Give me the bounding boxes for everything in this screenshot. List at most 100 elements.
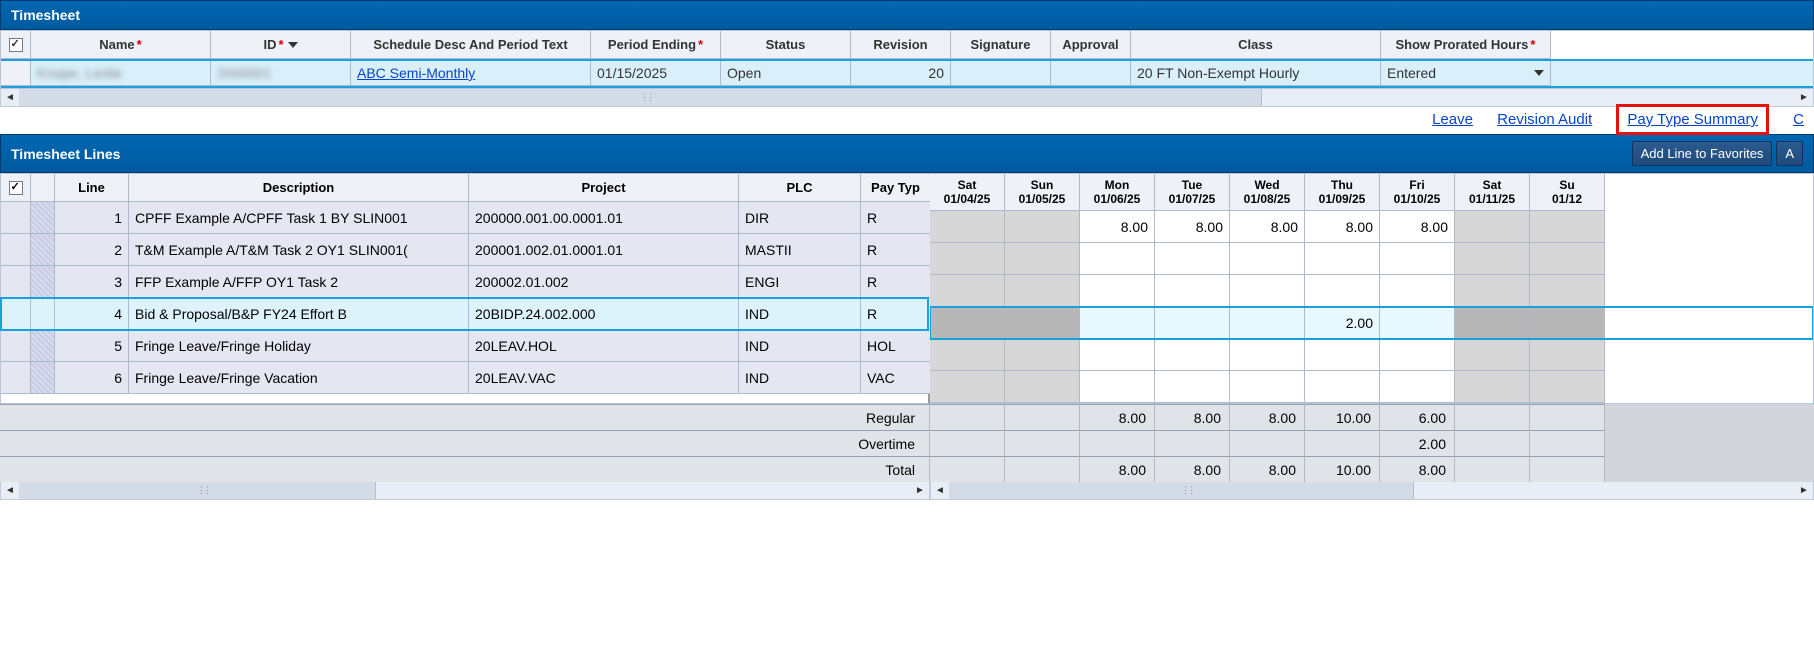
hours-cell[interactable]: 8.00 [1230,211,1305,243]
hours-cell[interactable] [1455,339,1530,371]
hours-cell[interactable] [1455,275,1530,307]
hours-cell[interactable] [1455,307,1530,339]
line-drag-handle[interactable] [31,298,55,330]
scroll-track[interactable]: ⋮⋮ [19,482,911,499]
line-drag-handle[interactable] [31,330,55,362]
lines-left-hscroll[interactable]: ◄ ⋮⋮ ► [0,482,930,500]
col-project[interactable]: Project [469,174,739,202]
line-pay-type[interactable]: HOL [861,330,931,362]
col-period-ending[interactable]: Period Ending* [591,31,721,59]
line-row[interactable]: 2T&M Example A/T&M Task 2 OY1 SLIN001(20… [1,234,928,266]
hours-cell[interactable] [1530,371,1605,403]
schedule-link[interactable]: ABC Semi-Monthly [357,65,475,81]
row-checkbox[interactable] [1,61,31,86]
col-day-5[interactable]: Thu01/09/25 [1305,174,1380,211]
col-name[interactable]: Name* [31,31,211,59]
hours-cell[interactable] [1305,339,1380,371]
line-row-checkbox[interactable] [1,362,31,394]
hours-cell[interactable] [1380,371,1455,403]
cell-id[interactable]: 2000001 [211,61,351,86]
hours-cell[interactable] [1380,339,1455,371]
revision-audit-link[interactable]: Revision Audit [1497,111,1592,128]
hours-cell[interactable]: 8.00 [1305,211,1380,243]
line-drag-handle[interactable] [31,202,55,234]
hours-cell[interactable] [1155,275,1230,307]
cell-signature[interactable] [951,61,1051,86]
line-description[interactable]: FFP Example A/FFP OY1 Task 2 [129,266,469,298]
line-row[interactable]: 4Bid & Proposal/B&P FY24 Effort B20BIDP.… [1,298,928,330]
hours-cell[interactable] [1230,275,1305,307]
hours-cell[interactable] [1080,307,1155,339]
line-plc[interactable]: IND [739,330,861,362]
col-day-8[interactable]: Su01/12 [1530,174,1605,211]
line-project[interactable]: 20LEAV.VAC [469,362,739,394]
scroll-thumb[interactable]: ⋮⋮ [949,482,1414,499]
line-drag-handle[interactable] [31,234,55,266]
hours-cell[interactable] [1305,243,1380,275]
col-day-4[interactable]: Wed01/08/25 [1230,174,1305,211]
hours-cell[interactable]: 8.00 [1080,211,1155,243]
cell-schedule[interactable]: ABC Semi-Monthly [351,61,591,86]
hours-cell[interactable] [1005,243,1080,275]
line-drag-handle[interactable] [31,362,55,394]
hours-cell[interactable] [1155,307,1230,339]
hours-cell[interactable] [930,275,1005,307]
scroll-left-icon[interactable]: ◄ [931,485,949,496]
scroll-track[interactable]: ⋮⋮ [949,482,1795,499]
col-schedule[interactable]: Schedule Desc And Period Text [351,31,591,59]
line-row[interactable]: 3FFP Example A/FFP OY1 Task 2200002.01.0… [1,266,928,298]
col-day-1[interactable]: Sun01/05/25 [1005,174,1080,211]
hours-cell[interactable] [1005,275,1080,307]
cell-revision[interactable]: 20 [851,61,951,86]
col-status[interactable]: Status [721,31,851,59]
hours-cell[interactable] [1155,371,1230,403]
cell-show-prorated[interactable]: Entered [1381,61,1551,86]
hours-cell[interactable]: 8.00 [1155,211,1230,243]
line-drag-handle[interactable] [31,266,55,298]
line-description[interactable]: Fringe Leave/Fringe Holiday [129,330,469,362]
hours-cell[interactable] [1080,243,1155,275]
hours-cell[interactable] [1455,243,1530,275]
col-day-6[interactable]: Fri01/10/25 [1380,174,1455,211]
col-line[interactable]: Line [55,174,129,202]
hours-cell[interactable] [1530,275,1605,307]
header-hscroll[interactable]: ◄ ⋮⋮ ► [0,89,1814,107]
line-pay-type[interactable]: VAC [861,362,931,394]
line-project[interactable]: 200000.001.00.0001.01 [469,202,739,234]
col-show-prorated[interactable]: Show Prorated Hours* [1381,31,1551,59]
col-approval[interactable]: Approval [1051,31,1131,59]
line-row[interactable]: 5Fringe Leave/Fringe Holiday20LEAV.HOLIN… [1,330,928,362]
scroll-right-icon[interactable]: ► [911,485,929,496]
scroll-thumb[interactable]: ⋮⋮ [19,89,1262,106]
hours-cell[interactable]: 8.00 [1380,211,1455,243]
line-plc[interactable]: DIR [739,202,861,234]
line-plc[interactable]: IND [739,298,861,330]
line-pay-type[interactable]: R [861,266,931,298]
col-description[interactable]: Description [129,174,469,202]
col-id[interactable]: ID* [211,31,351,59]
c-link-partial[interactable]: C [1793,111,1804,128]
line-description[interactable]: Fringe Leave/Fringe Vacation [129,362,469,394]
hours-cell[interactable] [1230,339,1305,371]
scroll-left-icon[interactable]: ◄ [1,92,19,103]
scroll-left-icon[interactable]: ◄ [1,485,19,496]
hours-cell[interactable] [1530,211,1605,243]
scroll-thumb[interactable]: ⋮⋮ [19,482,376,499]
line-project[interactable]: 200001.002.01.0001.01 [469,234,739,266]
line-row[interactable]: 6Fringe Leave/Fringe Vacation20LEAV.VACI… [1,362,928,394]
line-description[interactable]: CPFF Example A/CPFF Task 1 BY SLIN001 [129,202,469,234]
hours-cell[interactable] [1005,371,1080,403]
hours-cell[interactable] [930,211,1005,243]
line-row[interactable]: 1CPFF Example A/CPFF Task 1 BY SLIN00120… [1,202,928,234]
hours-cell[interactable] [1230,243,1305,275]
hours-cell[interactable] [1005,339,1080,371]
hours-cell[interactable]: 2.00 [1305,307,1380,339]
col-plc[interactable]: PLC [739,174,861,202]
hours-cell[interactable] [1080,339,1155,371]
hours-cell[interactable] [930,307,1005,339]
line-project[interactable]: 20LEAV.HOL [469,330,739,362]
line-row-checkbox[interactable] [1,330,31,362]
hours-cell[interactable] [1380,243,1455,275]
cell-status[interactable]: Open [721,61,851,86]
hours-cell[interactable] [1530,243,1605,275]
